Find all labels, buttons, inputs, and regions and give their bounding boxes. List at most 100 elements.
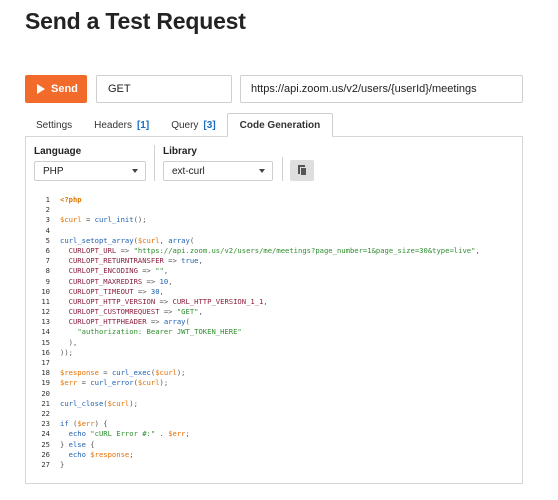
- code-token: array: [163, 317, 186, 327]
- request-url-field[interactable]: https://api.zoom.us/v2/users/{userId}/me…: [240, 75, 523, 103]
- code-text: curl_close($curl);: [60, 399, 138, 409]
- code-text: CURLOPT_TIMEOUT => 30,: [60, 287, 164, 297]
- line-number: 6: [45, 245, 50, 255]
- line-number: 16: [41, 347, 50, 357]
- code-text: if ($err) {: [60, 419, 108, 429]
- code-text: $err = curl_error($curl);: [60, 378, 168, 388]
- code-token: =>: [142, 276, 160, 286]
- code-token: curl_close: [60, 398, 104, 408]
- code-token: ,: [168, 276, 173, 286]
- tab-settings[interactable]: Settings: [25, 113, 83, 137]
- code-text: $response = curl_exec($curl);: [60, 368, 186, 378]
- code-line: 19 $err = curl_error($curl);: [34, 378, 516, 388]
- tab-query[interactable]: Query [3]: [160, 113, 226, 137]
- code-token: 30: [150, 286, 160, 296]
- code-token: curl_setopt_array: [60, 235, 134, 245]
- code-token: ;: [185, 429, 190, 439]
- tab-label: Code Generation: [239, 119, 321, 131]
- code-text: CURLOPT_HTTPHEADER => array(: [60, 317, 190, 327]
- code-token: );: [159, 378, 169, 388]
- page-title: Send a Test Request: [25, 8, 246, 34]
- line-number: 24: [41, 429, 50, 439]
- copy-code-button[interactable]: [290, 160, 314, 181]
- code-token: =>: [116, 245, 134, 255]
- code-line: 5 curl_setopt_array($curl, array(: [34, 236, 516, 246]
- code-line: 24 echo "cURL Error #:" . $err;: [34, 429, 516, 439]
- code-text: echo "cURL Error #:" . $err;: [60, 429, 190, 439]
- tab-code-generation[interactable]: Code Generation: [226, 113, 334, 137]
- language-select[interactable]: PHP: [34, 161, 146, 181]
- line-number: 5: [45, 235, 50, 245]
- code-token: echo: [68, 449, 86, 459]
- code-token: CURLOPT_HTTPHEADER: [68, 317, 147, 327]
- code-token: ,: [198, 307, 203, 317]
- code-line: 18 $response = curl_exec($curl);: [34, 368, 516, 378]
- library-select[interactable]: ext-curl: [163, 161, 273, 181]
- code-token: .: [155, 429, 169, 439]
- code-token: CURLOPT_CUSTOMREQUEST: [68, 307, 160, 317]
- tab-count-badge: [1]: [136, 119, 150, 131]
- line-number: 1: [45, 195, 50, 204]
- code-token: ) {: [94, 419, 108, 429]
- code-line: 22: [34, 409, 516, 419]
- code-token: "": [155, 266, 164, 276]
- code-token: $curl: [60, 215, 82, 225]
- code-text: CURLOPT_HTTP_VERSION => CURL_HTTP_VERSIO…: [60, 297, 268, 307]
- line-number: 12: [41, 307, 50, 317]
- line-number: 18: [41, 368, 50, 378]
- code-text: }: [60, 460, 64, 470]
- line-number: 20: [41, 388, 50, 398]
- code-line: 11 CURLOPT_HTTP_VERSION => CURL_HTTP_VER…: [34, 297, 516, 307]
- line-number: 10: [41, 286, 50, 296]
- code-line: 23 if ($err) {: [34, 419, 516, 429]
- code-token: (: [68, 419, 78, 429]
- code-token: ;: [129, 449, 134, 459]
- code-line: 8 CURLOPT_ENCODING => "",: [34, 266, 516, 276]
- code-text: ),: [60, 337, 78, 348]
- code-token: 10: [159, 276, 169, 286]
- send-button[interactable]: Send: [25, 75, 87, 103]
- code-token: else: [68, 439, 86, 449]
- play-icon: [37, 84, 45, 94]
- code-token: }: [60, 439, 69, 449]
- code-line: 26 echo $response;: [34, 450, 516, 460]
- code-text: curl_setopt_array($curl, array(: [60, 236, 194, 246]
- code-line: 7 CURLOPT_RETURNTRANSFER => true,: [34, 256, 516, 266]
- code-line: 20: [34, 389, 516, 399]
- tab-count-badge: [3]: [203, 119, 216, 131]
- code-text: CURLOPT_MAXREDIRS => 10,: [60, 277, 173, 287]
- code-token: $curl: [107, 398, 130, 408]
- code-token: CURLOPT_URL: [68, 245, 117, 255]
- chevron-down-icon: [259, 169, 265, 173]
- line-number: 3: [45, 215, 50, 225]
- code-token: curl_exec: [111, 368, 151, 378]
- code-line: 16));: [34, 348, 516, 358]
- line-number: 21: [41, 398, 50, 408]
- code-token: );: [176, 368, 186, 378]
- code-token: =>: [155, 296, 173, 306]
- code-token: }: [60, 459, 65, 469]
- send-button-label: Send: [51, 83, 78, 95]
- code-token: $response: [60, 368, 99, 378]
- code-token: ,: [263, 296, 268, 306]
- line-number: 7: [45, 256, 50, 266]
- code-text: ));: [60, 348, 73, 358]
- code-token: ,: [475, 245, 480, 255]
- code-token: CURLOPT_ENCODING: [68, 266, 138, 276]
- code-token: array: [168, 235, 190, 245]
- code-token: echo: [68, 429, 86, 439]
- code-line: 12 CURLOPT_CUSTOMREQUEST => "GET",: [34, 307, 516, 317]
- tab-headers[interactable]: Headers [1]: [83, 113, 160, 137]
- code-line: 1 <?php: [34, 195, 516, 205]
- code-token: ),: [60, 337, 78, 347]
- http-method-field[interactable]: GET: [96, 75, 232, 103]
- line-number: 23: [41, 419, 50, 429]
- code-block[interactable]: 1 <?php 2 3 $curl = curl_init(); 4 5 curl_setop…: [34, 195, 516, 470]
- code-token: $curl: [137, 235, 160, 245]
